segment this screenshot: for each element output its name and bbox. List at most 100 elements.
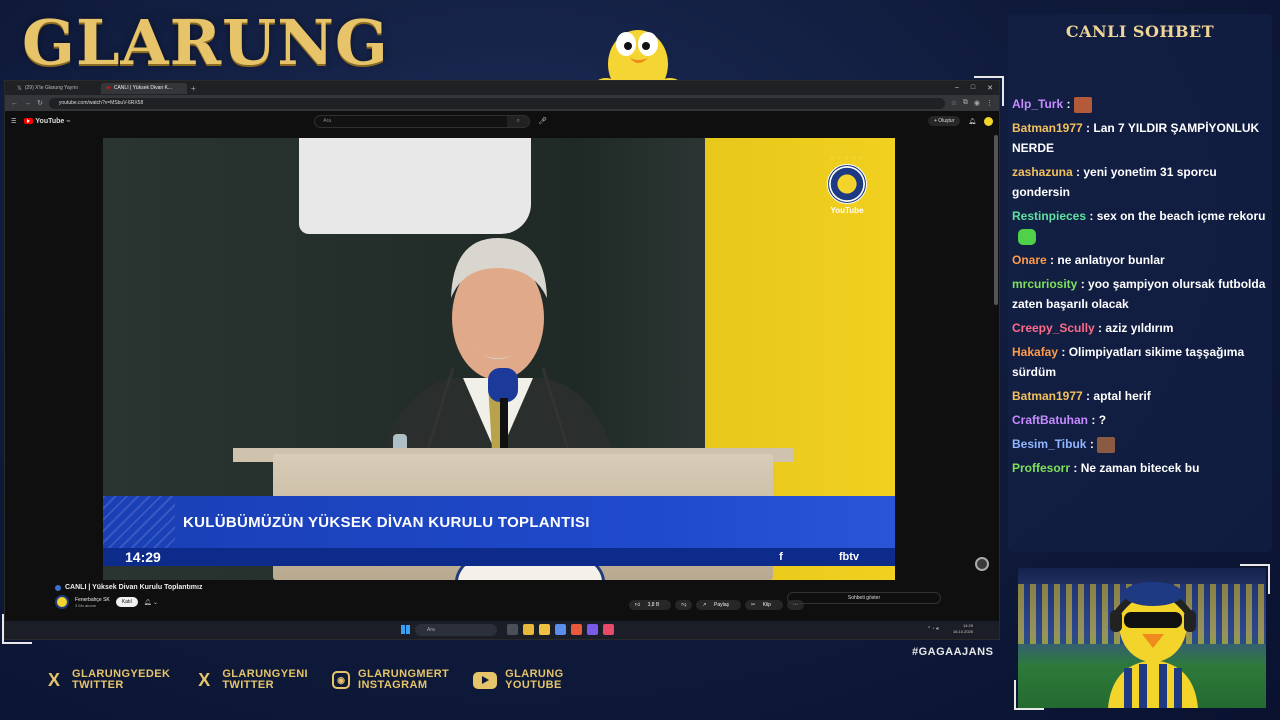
new-tab-button[interactable]: + — [191, 84, 196, 93]
tab-label: (29) X'te Glarung Yayını — [24, 85, 78, 91]
clip-label: Klip — [756, 600, 777, 610]
extensions-icon[interactable]: ⧉ — [963, 99, 968, 107]
join-button[interactable]: Katıl — [115, 597, 138, 607]
chat-nickname[interactable]: Batman1977 — [1012, 121, 1083, 135]
share-button[interactable]: ↗ Paylaş — [696, 600, 741, 610]
dislike-button[interactable]: 👎︎ — [675, 600, 693, 610]
social-platform: TWITTER — [222, 679, 274, 691]
broadcast-clock: 14:29 — [125, 549, 161, 565]
x-icon: 𝕏 — [17, 85, 22, 92]
search-placeholder: Ara — [323, 118, 332, 124]
reload-icon[interactable]: ↻ — [37, 99, 43, 107]
chat-nickname[interactable]: zashazuna — [1012, 165, 1073, 179]
app-icon[interactable] — [555, 624, 566, 635]
chat-message: Batman1977 : Lan 7 YILDIR ŞAMPİYONLUK NE… — [1012, 118, 1268, 158]
back-icon[interactable]: ← — [11, 100, 18, 107]
instagram-icon: ◉ — [332, 671, 350, 689]
tab-label: CANLI | Yüksek Divan K... — [113, 85, 173, 91]
chat-nickname[interactable]: mrcuriosity — [1012, 277, 1077, 291]
app-icon[interactable] — [603, 624, 614, 635]
youtube-logo[interactable]: YouTube TR — [24, 118, 70, 125]
social-twitter-yedek[interactable]: X GLARUNGYEDEK TWITTER — [44, 669, 170, 691]
fbtv-logo: fbtv — [838, 551, 859, 563]
video-info: CANLI | Yüksek Divan Kurulu Toplantımız … — [55, 584, 995, 610]
social-twitter-yeni[interactable]: X GLARUNGYENI TWITTER — [194, 669, 308, 691]
taskbar-clock[interactable]: 14:29 16.10.2025 — [953, 623, 973, 635]
chat-separator: : — [1082, 121, 1094, 135]
taskbar-apps — [507, 624, 614, 635]
chat-nickname[interactable]: CraftBatuhan — [1012, 413, 1088, 427]
channel-badge-icon — [975, 557, 989, 571]
share-label: Paylaş — [707, 600, 735, 610]
social-instagram[interactable]: ◉ GLARUNGMERT INSTAGRAM — [332, 669, 449, 691]
video-player[interactable]: ★★★★★ YouTube KULÜBÜMÜZÜN YÜKSEK DİVAN K… — [103, 138, 895, 580]
country-code: TR — [66, 119, 71, 123]
search-input[interactable]: Ara ⌕ — [314, 114, 531, 128]
chat-message: Hakafay : Olimpiyatları sikime taşşağıma… — [1012, 342, 1268, 382]
chat-nickname[interactable]: Proffesorr — [1012, 461, 1070, 475]
youtube-play-icon — [24, 118, 34, 124]
star-icon[interactable]: ☆ — [951, 99, 957, 107]
chat-separator: : — [1094, 321, 1106, 335]
minimize-button[interactable]: – — [955, 84, 959, 92]
bell-icon[interactable]: 🔔︎ — [968, 118, 976, 125]
tab-x[interactable]: 𝕏 (29) X'te Glarung Yayını — [11, 83, 97, 94]
chat-message: Creepy_Scully : aziz yıldırım — [1012, 318, 1268, 338]
taskbar-search[interactable]: Ara — [415, 624, 497, 636]
mic-icon[interactable]: 🎤︎ — [538, 117, 547, 125]
avatar[interactable] — [984, 116, 993, 126]
channel-watermark: ★★★★★ YouTube — [827, 154, 867, 215]
social-platform: TWITTER — [72, 679, 124, 691]
chat-message: Alp_Turk : — [1012, 94, 1268, 114]
frame-corner — [974, 76, 1004, 106]
chat-separator: : — [1088, 413, 1099, 427]
url-field[interactable]: youtube.com/watch?v=MSbuV-6RX58 — [48, 97, 945, 109]
brave-icon[interactable] — [571, 624, 582, 635]
chat-message: Proffesorr : Ne zaman bitecek bu — [1012, 458, 1268, 478]
chat-text: Ne zaman bitecek bu — [1080, 461, 1200, 475]
chat-nickname[interactable]: Creepy_Scully — [1012, 321, 1095, 335]
banner-decoration — [103, 496, 175, 548]
windows-start-icon[interactable] — [401, 625, 410, 634]
chat-message: mrcuriosity : yoo şampiyon olursak futbo… — [1012, 274, 1268, 314]
show-chat-button[interactable]: Sohbeti göster — [787, 592, 941, 604]
frame-corner — [1240, 564, 1270, 594]
system-tray[interactable]: ^ ◔ 🔊︎ — [928, 626, 939, 632]
tab-youtube[interactable]: ▶ CANLI | Yüksek Divan K... — [101, 82, 187, 94]
stars-icon: ★★★★★ — [828, 155, 866, 162]
x-icon: X — [198, 669, 211, 690]
scrollbar[interactable] — [994, 135, 998, 305]
channel-avatar[interactable] — [55, 595, 69, 609]
app-icon[interactable] — [587, 624, 598, 635]
fenerbahce-crest-icon — [827, 164, 867, 204]
clip-button[interactable]: ✂ Klip — [745, 600, 783, 610]
chat-nickname[interactable]: Batman1977 — [1012, 389, 1083, 403]
chat-message: CraftBatuhan : ? — [1012, 410, 1268, 430]
chat-nickname[interactable]: Hakafay — [1012, 345, 1058, 359]
social-youtube[interactable]: GLARUNG YOUTUBE — [473, 669, 563, 691]
youtube-logo-text: YouTube — [35, 117, 65, 125]
chat-emote-icon — [1097, 436, 1116, 453]
chrome-icon[interactable] — [523, 624, 534, 635]
subscribe-bell-icon[interactable]: 🔔︎ ⌄ — [144, 599, 158, 606]
folder-icon[interactable] — [539, 624, 550, 635]
chat-message: Onare : ne anlatıyor bunlar — [1012, 250, 1268, 270]
task-view-icon[interactable] — [507, 624, 518, 635]
like-button[interactable]: 👍︎ 3,8 B — [629, 600, 672, 610]
x-icon: X — [47, 669, 60, 690]
create-label: Oluştur — [938, 118, 955, 124]
hamburger-icon[interactable]: ☰ — [11, 118, 16, 125]
chat-separator: : — [1058, 345, 1069, 359]
chat-separator: : — [1077, 277, 1089, 291]
chat-nickname[interactable]: Alp_Turk — [1012, 97, 1063, 111]
chat-text: ne anlatıyor bunlar — [1057, 253, 1165, 267]
chat-nickname[interactable]: Besim_Tibuk — [1012, 437, 1086, 451]
chat-nickname[interactable]: Restinpieces — [1012, 209, 1086, 223]
chat-nickname[interactable]: Onare — [1012, 253, 1047, 267]
windows-taskbar: Ara ^ ◔ 🔊︎ 14:29 16.10.2025 — [5, 621, 999, 639]
create-button[interactable]: + Oluştur — [927, 116, 961, 126]
forward-icon[interactable]: → — [24, 100, 31, 107]
chat-separator: : — [1086, 209, 1097, 223]
search-icon[interactable]: ⌕ — [507, 115, 530, 127]
chat-message-list: Alp_Turk : Batman1977 : Lan 7 YILDIR ŞAM… — [1012, 94, 1268, 482]
